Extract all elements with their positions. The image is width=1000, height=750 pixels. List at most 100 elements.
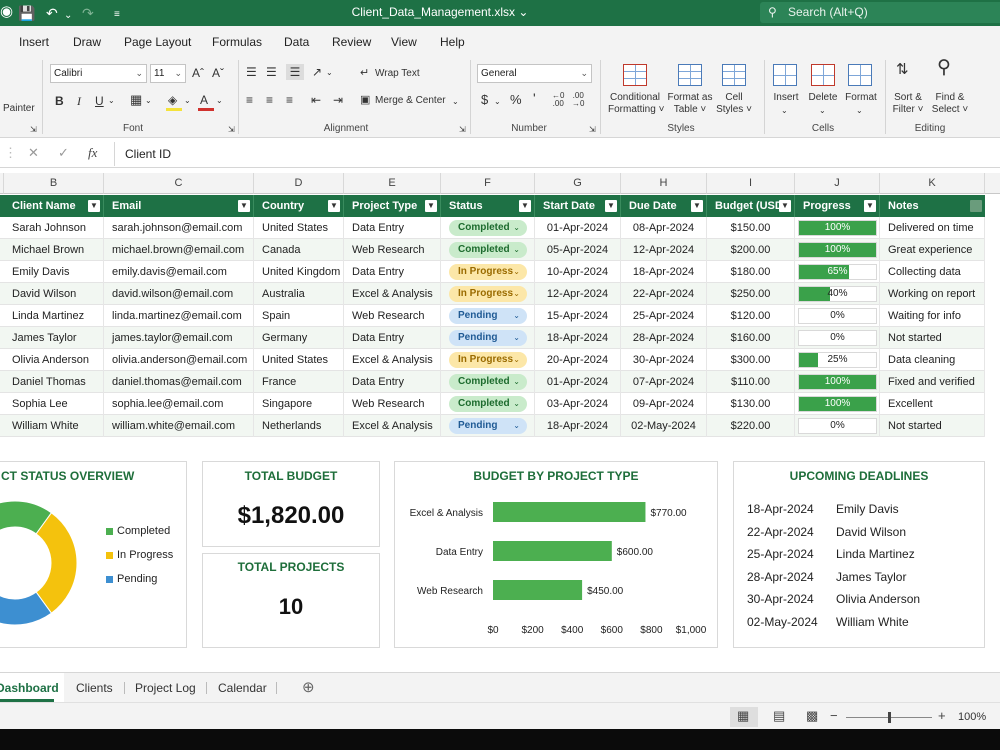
cell-start-date[interactable]: 01-Apr-2024 (535, 371, 621, 393)
sheet-tab-project-log[interactable]: Project Log (135, 681, 196, 695)
cell-budget[interactable]: $250.00 (707, 283, 795, 305)
cell-notes[interactable]: Great experience (880, 239, 985, 261)
header-due-date[interactable]: Due Date ▼ (621, 195, 707, 217)
cell-budget[interactable]: $220.00 (707, 415, 795, 437)
cell-country[interactable]: United States (254, 349, 344, 371)
cell-start-date[interactable]: 10-Apr-2024 (535, 261, 621, 283)
cell-status[interactable]: Completed ⌄ (441, 217, 535, 239)
cell-progress[interactable]: 0% (795, 305, 880, 327)
status-badge[interactable]: Pending ⌄ (449, 418, 527, 434)
find-select-button[interactable]: Find & Select ˅ (928, 92, 972, 116)
cell-project-type[interactable]: Excel & Analysis (344, 283, 441, 305)
decrease-decimal-icon[interactable]: .00 →0 (572, 92, 584, 108)
cell-notes[interactable]: Collecting data (880, 261, 985, 283)
cell-project-type[interactable]: Web Research (344, 239, 441, 261)
tab-draw[interactable]: Draw (73, 35, 101, 49)
cell-country[interactable]: Spain (254, 305, 344, 327)
column-header-h[interactable]: H (621, 173, 707, 194)
cell-due-date[interactable]: 22-Apr-2024 (621, 283, 707, 305)
cell-status[interactable]: Pending ⌄ (441, 327, 535, 349)
cell-project-type[interactable]: Data Entry (344, 371, 441, 393)
align-top-icon[interactable]: ☰ (246, 64, 257, 80)
tab-insert[interactable]: Insert (19, 35, 49, 49)
cell-email[interactable]: sophia.lee@email.com (104, 393, 254, 415)
italic-icon[interactable]: I (77, 93, 81, 109)
insert-function-icon[interactable]: fx (88, 145, 97, 161)
borders-icon[interactable]: ▦ (130, 92, 142, 108)
status-badge[interactable]: In Progress ⌄ (449, 352, 527, 368)
column-header-c[interactable]: C (104, 173, 254, 194)
cell-progress[interactable]: 40% (795, 283, 880, 305)
zoom-in-icon[interactable]: + (938, 708, 946, 723)
status-badge[interactable]: Pending ⌄ (449, 308, 527, 324)
filter-dropdown-icon[interactable]: ▼ (691, 200, 703, 212)
cell-budget[interactable]: $120.00 (707, 305, 795, 327)
orientation-dropdown-icon[interactable]: ⌄ (326, 65, 333, 81)
cell-notes[interactable]: Not started (880, 327, 985, 349)
format-as-table-button[interactable]: Format as Table ˅ (664, 92, 716, 116)
cell-progress[interactable]: 65% (795, 261, 880, 283)
wrap-text-button[interactable]: Wrap Text (375, 68, 420, 79)
cell-progress[interactable]: 100% (795, 217, 880, 239)
column-header-k[interactable]: K (880, 173, 985, 194)
column-header-d[interactable]: D (254, 173, 344, 194)
cell-due-date[interactable]: 09-Apr-2024 (621, 393, 707, 415)
cell-email[interactable]: linda.martinez@email.com (104, 305, 254, 327)
cell-project-type[interactable]: Data Entry (344, 327, 441, 349)
tab-review[interactable]: Review (332, 35, 371, 49)
header-notes[interactable]: Notes ▼ (880, 195, 985, 217)
insert-dropdown-icon[interactable]: ⌄ (781, 103, 788, 119)
cell-notes[interactable]: Excellent (880, 393, 985, 415)
font-color-dropdown-icon[interactable]: ⌄ (216, 93, 223, 109)
tab-formulas[interactable]: Formulas (212, 35, 262, 49)
cell-status[interactable]: In Progress ⌄ (441, 261, 535, 283)
cell-progress[interactable]: 0% (795, 415, 880, 437)
cell-progress[interactable]: 25% (795, 349, 880, 371)
cell-status[interactable]: Pending ⌄ (441, 305, 535, 327)
more-options-icon[interactable]: ⋮ (4, 145, 17, 161)
cell-project-type[interactable]: Excel & Analysis (344, 415, 441, 437)
alignment-launcher-icon[interactable]: ⇲ (459, 122, 466, 138)
merge-dropdown-icon[interactable]: ⌄ (452, 94, 459, 110)
comma-style-icon[interactable]: ʹ (533, 90, 536, 106)
cell-client-name[interactable]: Daniel Thomas (4, 371, 104, 393)
column-header-i[interactable]: I (707, 173, 795, 194)
sheet-tab-clients[interactable]: Clients (76, 681, 113, 695)
cell-budget[interactable]: $150.00 (707, 217, 795, 239)
status-badge[interactable]: Pending ⌄ (449, 330, 527, 346)
fill-dropdown-icon[interactable]: ⌄ (184, 93, 191, 109)
merge-center-icon[interactable]: ▣ (360, 92, 370, 108)
orientation-icon[interactable]: ↗ (312, 64, 322, 80)
page-break-view-icon[interactable]: ▩ (806, 708, 818, 724)
format-painter-label[interactable]: Painter (3, 103, 35, 114)
page-layout-view-icon[interactable]: ▤ (773, 708, 785, 724)
cell-email[interactable]: sarah.johnson@email.com (104, 217, 254, 239)
cell-country[interactable]: France (254, 371, 344, 393)
cell-start-date[interactable]: 18-Apr-2024 (535, 415, 621, 437)
currency-icon[interactable]: $ (481, 92, 488, 108)
underline-dropdown-icon[interactable]: ⌄ (108, 93, 115, 109)
conditional-formatting-icon[interactable] (623, 64, 647, 86)
cell-due-date[interactable]: 12-Apr-2024 (621, 239, 707, 261)
cell-status[interactable]: Completed ⌄ (441, 239, 535, 261)
column-header-j[interactable]: J (795, 173, 880, 194)
cell-project-type[interactable]: Excel & Analysis (344, 349, 441, 371)
cell-budget[interactable]: $160.00 (707, 327, 795, 349)
delete-cells-icon[interactable] (811, 64, 835, 86)
format-as-table-icon[interactable] (678, 64, 702, 86)
cell-progress[interactable]: 0% (795, 327, 880, 349)
status-badge[interactable]: Completed ⌄ (449, 220, 527, 236)
cell-start-date[interactable]: 03-Apr-2024 (535, 393, 621, 415)
cell-project-type[interactable]: Web Research (344, 305, 441, 327)
cell-notes[interactable]: Working on report (880, 283, 985, 305)
normal-view-icon[interactable]: ▦ (737, 708, 749, 724)
column-header-e[interactable]: E (344, 173, 441, 194)
cell-email[interactable]: daniel.thomas@email.com (104, 371, 254, 393)
borders-dropdown-icon[interactable]: ⌄ (145, 93, 152, 109)
cell-project-type[interactable]: Data Entry (344, 261, 441, 283)
align-right-icon[interactable]: ≡ (286, 92, 293, 108)
enter-icon[interactable]: ✓ (58, 145, 69, 161)
cell-start-date[interactable]: 05-Apr-2024 (535, 239, 621, 261)
cell-notes[interactable]: Fixed and verified (880, 371, 985, 393)
font-color-icon[interactable]: A (200, 92, 208, 108)
